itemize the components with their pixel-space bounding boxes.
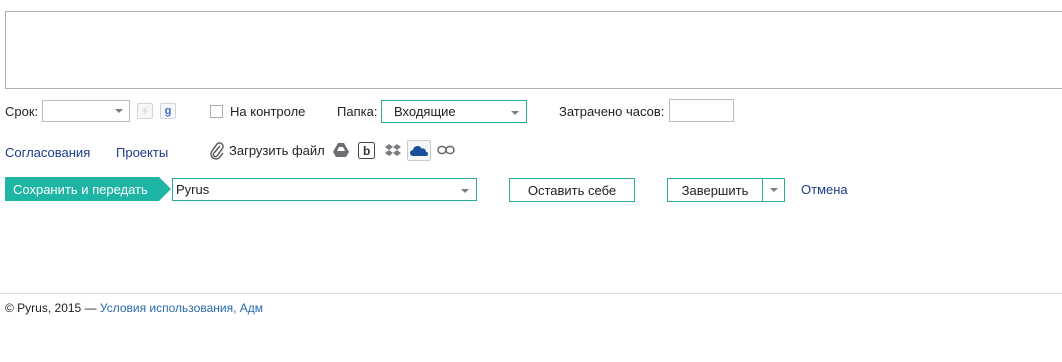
folder-label: Папка: xyxy=(337,104,378,119)
recipient-value: Pyrus xyxy=(176,182,210,197)
terms-link[interactable]: Условия использования, Адм xyxy=(100,301,263,315)
hours-label: Затрачено часов: xyxy=(559,104,665,119)
box-icon[interactable]: b xyxy=(358,142,375,159)
link-icon[interactable] xyxy=(437,145,455,155)
dropbox-icon[interactable] xyxy=(385,143,401,158)
deadline-label: Срок: xyxy=(5,104,39,119)
folder-value: Входящие xyxy=(394,104,456,119)
save-and-send-button[interactable]: Сохранить и передать xyxy=(5,177,171,201)
finish-label: Завершить xyxy=(681,182,749,198)
google-drive-icon[interactable] xyxy=(333,143,349,157)
cancel-link[interactable]: Отмена xyxy=(801,182,848,198)
deadline-select[interactable] xyxy=(42,100,130,122)
upload-file-link[interactable]: Загрузить файл xyxy=(229,143,325,159)
projects-link[interactable]: Проекты xyxy=(116,145,168,161)
recipient-select[interactable]: Pyrus xyxy=(172,178,477,201)
on-control-label: На контроле xyxy=(230,104,306,119)
keep-for-self-button[interactable]: Оставить себе xyxy=(509,178,635,202)
lightning-icon[interactable]: ⚡ xyxy=(137,103,153,119)
keep-for-self-label: Оставить себе xyxy=(527,182,617,198)
finish-button[interactable]: Завершить xyxy=(667,178,763,202)
chevron-down-icon xyxy=(461,189,469,193)
chevron-down-icon xyxy=(115,109,123,113)
on-control-checkbox[interactable] xyxy=(210,105,223,118)
onedrive-icon[interactable] xyxy=(407,140,431,161)
copyright-text: © Pyrus, 2015 — xyxy=(5,301,100,315)
google-calendar-icon[interactable]: g xyxy=(160,103,176,119)
hours-input[interactable] xyxy=(669,99,734,122)
footer: © Pyrus, 2015 — Условия использования, А… xyxy=(5,300,263,316)
comment-textarea[interactable] xyxy=(5,11,1062,89)
footer-divider xyxy=(0,293,1062,294)
svg-text:b: b xyxy=(363,144,370,158)
paperclip-icon xyxy=(210,142,224,160)
chevron-down-icon xyxy=(511,111,519,115)
folder-select[interactable]: Входящие xyxy=(381,100,527,123)
save-and-send-label: Сохранить и передать xyxy=(13,181,148,197)
finish-dropdown-button[interactable] xyxy=(762,178,785,202)
approvals-link[interactable]: Согласования xyxy=(5,145,90,161)
chevron-down-icon xyxy=(769,188,778,192)
